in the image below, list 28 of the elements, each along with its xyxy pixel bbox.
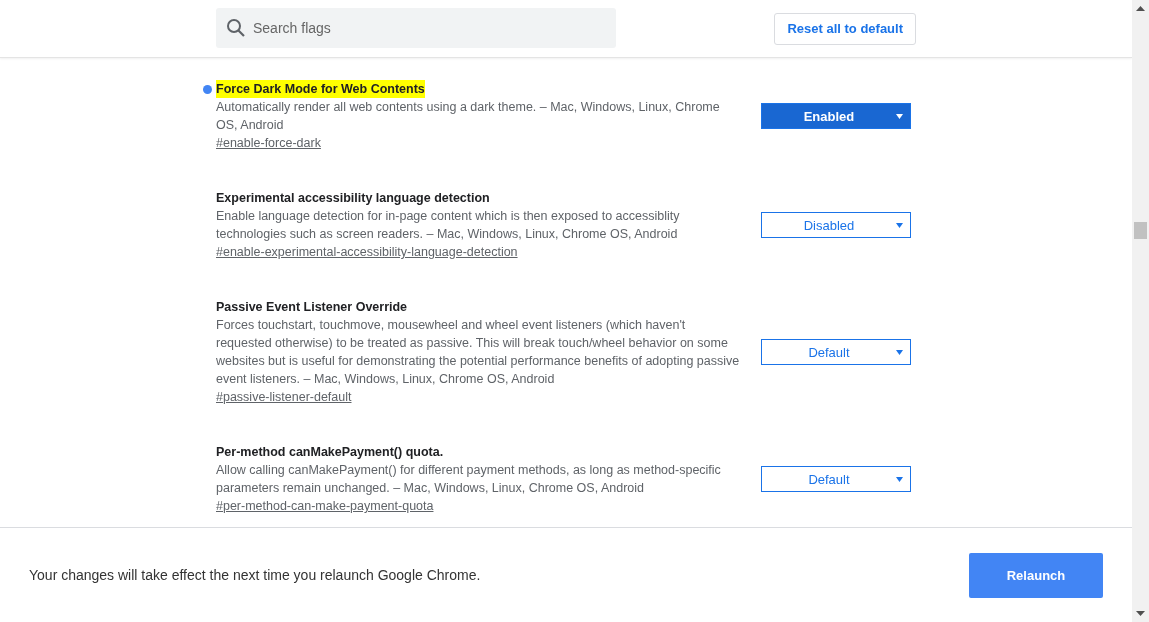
relaunch-button[interactable]: Relaunch bbox=[969, 552, 1103, 598]
flag-dropdown[interactable]: Default bbox=[761, 466, 911, 492]
search-field[interactable]: Search flags bbox=[216, 8, 616, 48]
flag-description: Allow calling canMakePayment() for different payment methods, as long as method-specific parameters remain unchanged. – Mac, Windows, Linux, Chrome OS, Android bbox=[216, 462, 722, 497]
caret-icon bbox=[896, 477, 903, 482]
flag-link[interactable]: #enable-experimental-accessibility-language-detection bbox=[216, 243, 518, 261]
flag-description: Enable language detection for in-page content which is then exposed to accessiblity technologies such as screen readers. – Mac, Windows, Linux, Chrome OS, Android bbox=[216, 208, 681, 243]
flag-title: Force Dark Mode for Web Contents bbox=[216, 80, 425, 98]
flag-dropdown[interactable]: Enabled bbox=[761, 103, 911, 129]
flag-title: Experimental accessibility language detection bbox=[216, 190, 490, 207]
relaunch-message: Your changes will take effect the next time you relaunch Google Chrome. bbox=[29, 567, 481, 583]
flag-description: Automatically render all web contents using a dark theme. – Mac, Windows, Linux, Chrome OS, Android bbox=[216, 99, 721, 134]
flag-description: Forces touchstart, touchmove, mousewheel and wheel event listeners (which haven't requested otherwise) to be treated as passive. This will break touch/wheel behavior on some websites but is useful for demonstrating the potential performance benefits of adopting passive event listeners. – Mac, Windows, Linux, Chrome OS, Android bbox=[216, 317, 740, 388]
flag-link[interactable]: #passive-listener-default bbox=[216, 388, 352, 406]
scrollbar[interactable] bbox=[1132, 0, 1149, 622]
flag-dropdown[interactable]: Disabled bbox=[761, 212, 911, 238]
flag-title: Passive Event Listener Override bbox=[216, 299, 408, 316]
scroll-up-icon[interactable] bbox=[1136, 6, 1145, 11]
flag-title: Per-method canMakePayment() quota. bbox=[216, 444, 444, 461]
reset-button[interactable]: Reset all to default bbox=[774, 12, 916, 45]
scroll-down-icon[interactable] bbox=[1136, 611, 1145, 616]
flag-dropdown[interactable]: Default bbox=[761, 339, 911, 365]
flag-link[interactable]: #per-method-can-make-payment-quota bbox=[216, 497, 434, 515]
scrollbar-thumb[interactable] bbox=[1134, 222, 1147, 239]
caret-icon bbox=[896, 114, 903, 119]
flag-link[interactable]: #enable-force-dark bbox=[216, 134, 321, 152]
caret-icon bbox=[896, 350, 903, 355]
caret-icon bbox=[896, 223, 903, 228]
